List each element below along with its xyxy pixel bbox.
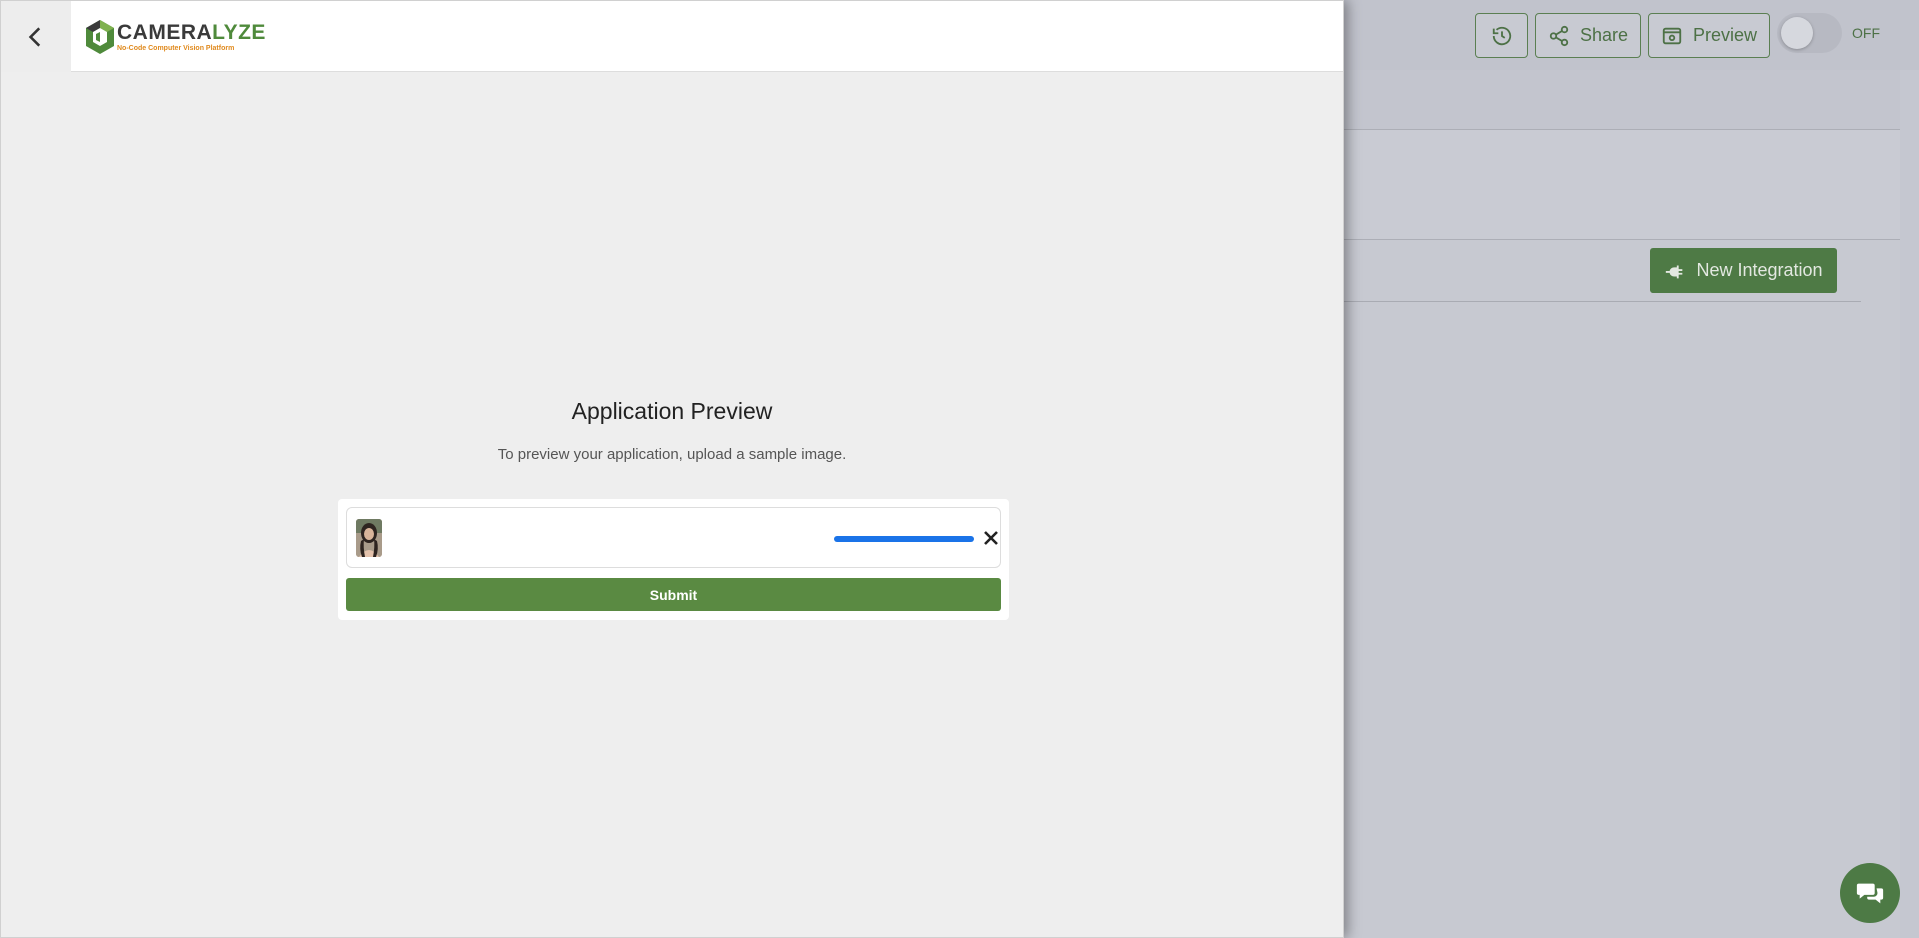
logo-mark bbox=[85, 19, 115, 55]
toggle-state-label: OFF bbox=[1852, 25, 1880, 41]
chat-bubbles-icon bbox=[1856, 883, 1884, 904]
share-button[interactable]: Share bbox=[1535, 13, 1641, 58]
preview-button[interactable]: Preview bbox=[1648, 13, 1770, 58]
uploaded-file-item bbox=[346, 507, 1001, 568]
logo-name-part2: LYZE bbox=[212, 20, 266, 44]
toggle-knob bbox=[1781, 17, 1813, 49]
preview-label: Preview bbox=[1692, 25, 1758, 45]
new-integration-label: New Integration bbox=[1696, 260, 1823, 280]
submit-button[interactable]: Submit bbox=[346, 578, 1001, 611]
upload-card: Submit bbox=[338, 499, 1009, 620]
upload-progress-bar bbox=[834, 536, 974, 542]
chevron-left-icon bbox=[28, 26, 41, 47]
page-title: Application Preview bbox=[571, 398, 773, 424]
panel-header-row bbox=[1344, 70, 1900, 130]
brand-logo: CAMERALYZE No-Code Computer Vision Platf… bbox=[85, 17, 266, 57]
preview-icon bbox=[1662, 27, 1682, 44]
new-integration-button[interactable]: New Integration bbox=[1650, 248, 1837, 293]
page-subtitle: To preview your application, upload a sa… bbox=[497, 446, 847, 463]
publish-toggle[interactable] bbox=[1777, 13, 1842, 53]
panel-section-row bbox=[1344, 130, 1900, 240]
drawer-header: CAMERALYZE No-Code Computer Vision Platf… bbox=[1, 1, 1343, 72]
logo-name-part1: CAMERA bbox=[117, 20, 213, 44]
share-icon bbox=[1549, 25, 1569, 46]
plug-icon bbox=[1666, 265, 1683, 278]
close-icon bbox=[984, 531, 998, 545]
divider bbox=[1344, 301, 1861, 302]
chat-button[interactable] bbox=[1840, 863, 1900, 923]
image-thumbnail bbox=[356, 519, 382, 557]
share-label: Share bbox=[1579, 25, 1629, 45]
back-button[interactable] bbox=[1, 1, 71, 72]
logo-tagline: No-Code Computer Vision Platform bbox=[117, 44, 235, 52]
history-icon bbox=[1492, 26, 1511, 45]
preview-drawer: CAMERALYZE No-Code Computer Vision Platf… bbox=[0, 0, 1344, 938]
history-button[interactable] bbox=[1475, 13, 1528, 58]
remove-file-button[interactable] bbox=[980, 527, 1002, 549]
